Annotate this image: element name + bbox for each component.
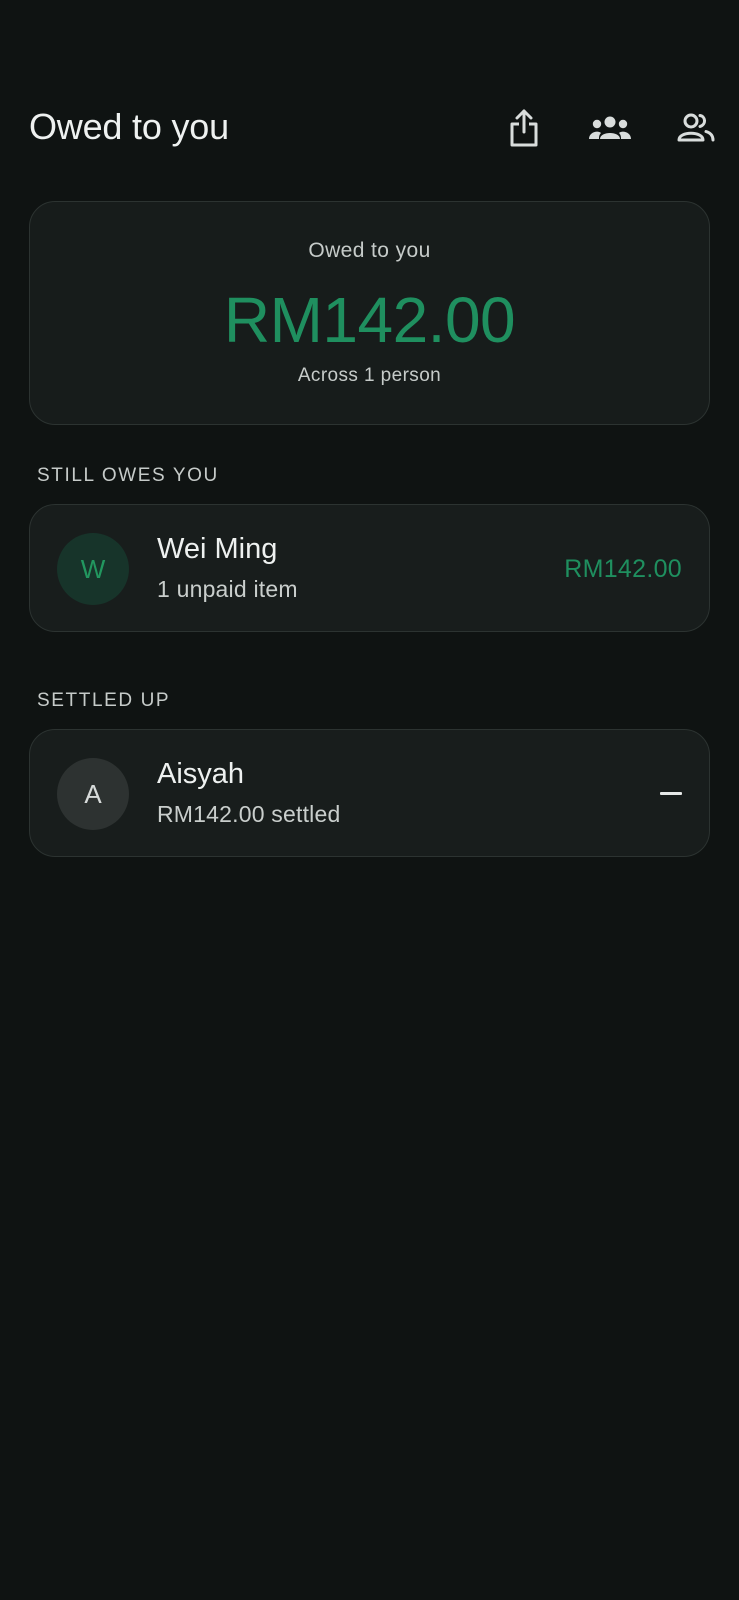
app-header: Owed to you	[0, 0, 739, 190]
person-amount: RM142.00	[564, 555, 682, 583]
share-button[interactable]	[500, 104, 548, 152]
section-label-still-owes: STILL OWES YOU	[37, 465, 219, 486]
group-icon	[588, 115, 632, 141]
person-detail: 1 unpaid item	[157, 576, 298, 602]
share-icon	[508, 108, 540, 148]
header-actions	[0, 104, 739, 152]
list-item-owes[interactable]: W Wei Ming 1 unpaid item RM142.00	[29, 504, 710, 632]
people-button[interactable]	[672, 104, 720, 152]
summary-amount: RM142.00	[223, 284, 516, 356]
person-name: Aisyah	[157, 758, 245, 790]
summary-subtitle: Across 1 person	[297, 365, 442, 386]
avatar: W	[57, 533, 129, 605]
person-detail: RM142.00 settled	[157, 801, 341, 827]
people-icon	[677, 113, 715, 143]
dash-icon	[660, 792, 682, 795]
section-label-settled: SETTLED UP	[37, 690, 171, 711]
group-button[interactable]	[586, 104, 634, 152]
summary-label: Owed to you	[308, 239, 431, 262]
avatar: A	[57, 758, 129, 830]
summary-card: Owed to you RM142.00 Across 1 person	[29, 201, 710, 425]
list-item-settled[interactable]: A Aisyah RM142.00 settled	[29, 729, 710, 857]
person-name: Wei Ming	[157, 533, 278, 565]
